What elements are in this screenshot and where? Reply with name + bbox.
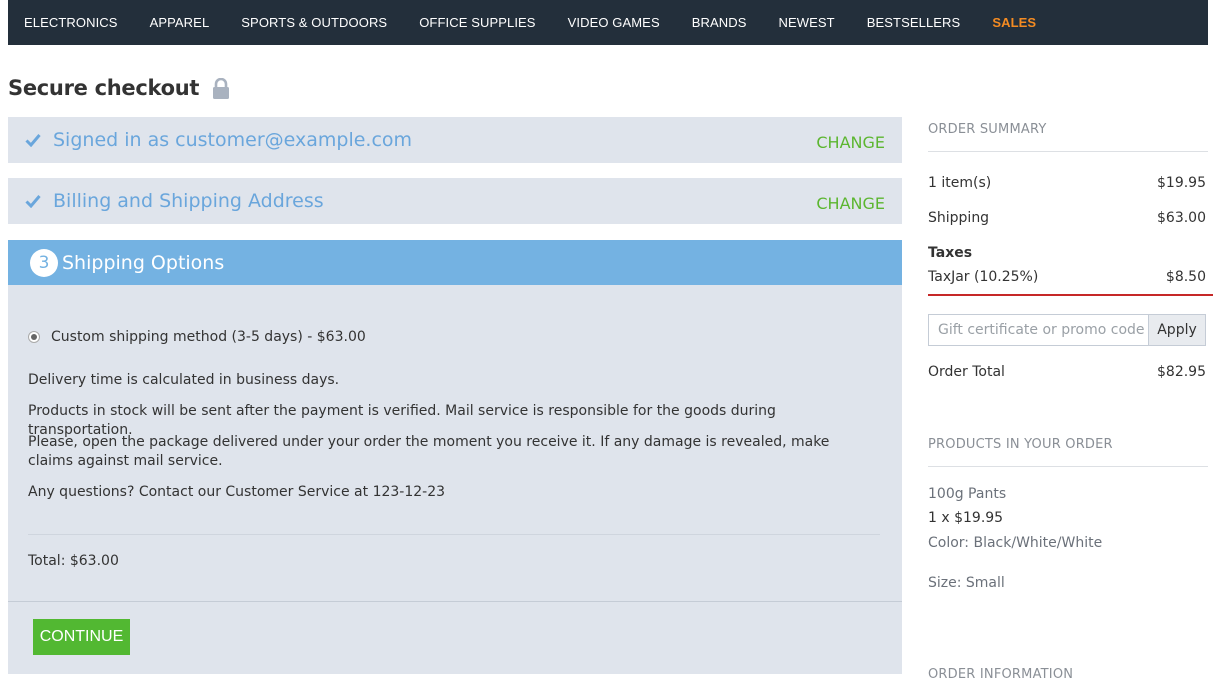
step-shipping-options: 3 Shipping Options (8, 240, 902, 301)
tax-name: TaxJar (10.25%) (928, 269, 1039, 285)
page-title-row: Secure checkout (8, 76, 230, 100)
delivery-info-4: Any questions? Contact our Customer Serv… (28, 484, 446, 500)
delivery-info-3: Please, open the package delivered under… (28, 434, 830, 469)
product-name[interactable]: 100g Pants (928, 486, 1006, 502)
tax-line-row: TaxJar (10.25%) $8.50 (928, 269, 1206, 285)
order-total-value: $82.95 (1157, 364, 1206, 380)
promo-code-form: Apply (928, 314, 1206, 346)
panel-divider (28, 534, 880, 535)
summary-rule (928, 151, 1208, 152)
taxes-underline (928, 294, 1213, 296)
step-signed-in: Signed in as customer@example.com CHANGE (8, 117, 902, 163)
promo-code-input[interactable] (928, 314, 1148, 346)
lock-icon (213, 77, 230, 99)
checkmark-icon (25, 195, 41, 208)
nav-newest[interactable]: NEWEST (779, 15, 835, 30)
items-label: 1 item(s) (928, 175, 992, 191)
step-number-badge: 3 (30, 248, 58, 277)
product-size: Size: Small (928, 575, 1005, 591)
shipping-options-panel: Custom shipping method (3-5 days) - $63.… (8, 285, 902, 601)
step-address-label: Billing and Shipping Address (53, 190, 324, 212)
step-billing-shipping: Billing and Shipping Address CHANGE (8, 178, 902, 224)
top-navigation: ELECTRONICS APPAREL SPORTS & OUTDOORS OF… (8, 0, 1208, 45)
nav-apparel[interactable]: APPAREL (150, 15, 210, 30)
taxes-row: Taxes (928, 245, 1206, 261)
nav-sports-outdoors[interactable]: SPORTS & OUTDOORS (241, 15, 387, 30)
shipping-method-radio[interactable] (28, 331, 40, 343)
step-shipping-label: Shipping Options (62, 251, 225, 274)
order-total-row: Order Total $82.95 (928, 364, 1206, 380)
order-information-heading: ORDER INFORMATION (928, 667, 1074, 682)
nav-office-supplies[interactable]: OFFICE SUPPLIES (419, 15, 535, 30)
products-heading: PRODUCTS IN YOUR ORDER (928, 437, 1113, 452)
items-row: 1 item(s) $19.95 (928, 175, 1206, 191)
items-value: $19.95 (1157, 175, 1206, 191)
products-rule (928, 466, 1208, 467)
nav-sales[interactable]: SALES (992, 15, 1036, 30)
shipping-method-option[interactable]: Custom shipping method (3-5 days) - $63.… (28, 329, 366, 345)
shipping-value: $63.00 (1157, 210, 1206, 226)
apply-promo-button[interactable]: Apply (1148, 314, 1206, 346)
change-address-link[interactable]: CHANGE (816, 194, 885, 213)
product-color: Color: Black/White/White (928, 535, 1103, 551)
shipping-row: Shipping $63.00 (928, 210, 1206, 226)
tax-value: $8.50 (1165, 269, 1206, 285)
nav-bestsellers[interactable]: BESTSELLERS (867, 15, 961, 30)
nav-electronics[interactable]: ELECTRONICS (24, 15, 118, 30)
continue-button[interactable]: CONTINUE (33, 619, 130, 655)
checkmark-icon (25, 134, 41, 147)
page-title: Secure checkout (8, 76, 200, 100)
shipping-method-label: Custom shipping method (3-5 days) - $63.… (51, 329, 366, 345)
order-summary-heading: ORDER SUMMARY (928, 122, 1047, 137)
product-qty-price: 1 x $19.95 (928, 510, 1004, 526)
order-total-label: Order Total (928, 364, 1005, 380)
nav-video-games[interactable]: VIDEO GAMES (568, 15, 660, 30)
delivery-info-1: Delivery time is calculated in business … (28, 372, 340, 388)
taxes-label: Taxes (928, 245, 973, 261)
shipping-total: Total: $63.00 (28, 553, 119, 569)
step-signed-in-label: Signed in as customer@example.com (53, 129, 413, 151)
change-account-link[interactable]: CHANGE (816, 133, 885, 152)
shipping-panel-footer: CONTINUE (8, 601, 902, 674)
shipping-label: Shipping (928, 210, 990, 226)
nav-brands[interactable]: BRANDS (692, 15, 747, 30)
